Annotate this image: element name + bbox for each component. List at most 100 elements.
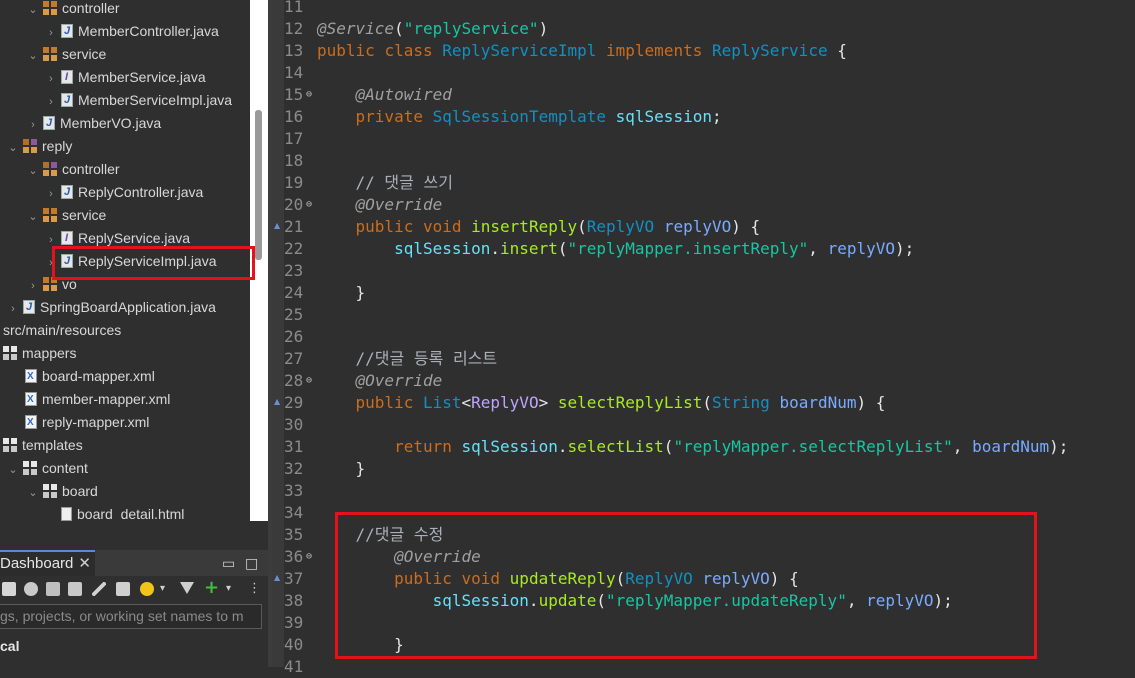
chevron-right-icon[interactable]: › xyxy=(26,114,40,137)
line-number: 36 ⊖ xyxy=(284,546,313,568)
tree-item-reply-mapper[interactable]: reply-mapper.xml xyxy=(22,411,149,434)
code-line: @Autowired xyxy=(355,85,452,104)
chevron-right-icon[interactable]: › xyxy=(44,229,58,252)
fold-icon[interactable]: ⊖ xyxy=(306,84,312,106)
chevron-right-icon[interactable]: › xyxy=(44,22,58,45)
line-number: 14 xyxy=(284,63,304,82)
tree-item-board[interactable]: ⌄ board xyxy=(26,480,97,505)
tree-item-reply-service[interactable]: ⌄ service xyxy=(26,204,106,227)
chevron-down-icon[interactable]: ⌄ xyxy=(26,45,40,68)
line-number: 16 xyxy=(284,107,304,126)
tree-item-membervo[interactable]: ›MemberVO.java xyxy=(26,112,161,135)
console-icon[interactable] xyxy=(46,582,60,596)
dashboard-tabbar: Dashboard ✕ ▭ □ xyxy=(0,550,268,576)
dropdown-icon[interactable]: ▾ xyxy=(160,582,168,596)
more-icon[interactable]: ⋮ xyxy=(248,582,261,596)
chevron-down-icon[interactable]: ⌄ xyxy=(26,206,40,229)
code-line: } xyxy=(394,635,404,654)
tree-item-templates[interactable]: templates xyxy=(3,434,83,457)
chevron-right-icon[interactable]: › xyxy=(6,298,20,321)
package-icon xyxy=(43,47,57,61)
package-icon xyxy=(43,277,57,291)
chevron-down-icon[interactable]: ⌄ xyxy=(26,482,40,505)
xml-file-icon xyxy=(25,365,37,388)
tree-item-membercontroller[interactable]: ›MemberController.java xyxy=(44,20,219,43)
tree-item-board-mapper[interactable]: board-mapper.xml xyxy=(22,365,155,388)
tree-item-memberservice[interactable]: ›MemberService.java xyxy=(44,66,205,91)
line-number: 39 xyxy=(284,613,304,632)
tree-item-mappers[interactable]: mappers xyxy=(3,342,76,365)
close-icon[interactable]: ✕ xyxy=(78,555,91,572)
code-line: @Service("replyService") xyxy=(317,19,549,38)
line-number: 32 xyxy=(284,459,304,478)
package-icon xyxy=(23,139,37,153)
override-marker-icon[interactable]: ▲ xyxy=(274,222,282,230)
code-line: public class ReplyServiceImpl implements… xyxy=(317,41,847,60)
line-number: 24 xyxy=(284,283,304,302)
chevron-down-icon[interactable]: ⌄ xyxy=(26,160,40,183)
pencil-icon[interactable] xyxy=(92,582,106,596)
chevron-right-icon[interactable]: › xyxy=(44,252,58,275)
tree-item-reply[interactable]: ⌄ reply xyxy=(6,135,72,158)
tree-item-springboardapplication[interactable]: ›SpringBoardApplication.java xyxy=(6,296,216,319)
overview-ruler xyxy=(272,0,284,667)
globe-icon[interactable] xyxy=(24,582,38,596)
filter-icon[interactable] xyxy=(180,582,194,594)
tab-dashboard[interactable]: Dashboard ✕ xyxy=(0,550,95,576)
tree-item-replycontroller[interactable]: ›ReplyController.java xyxy=(44,181,203,204)
line-number: 25 xyxy=(284,305,304,324)
tree-item-src-main-resources[interactable]: src/main/resources xyxy=(3,319,121,342)
stop-icon[interactable] xyxy=(2,582,16,596)
maximize-icon[interactable]: □ xyxy=(245,556,258,572)
chevron-right-icon[interactable]: › xyxy=(26,275,40,298)
tree-item-controller[interactable]: ⌄ controller xyxy=(26,0,119,22)
xml-file-icon xyxy=(25,388,37,411)
dashboard-toolbar: ▾ + ▾ ⋮ xyxy=(0,578,268,600)
tree-item-replyservice[interactable]: ›ReplyService.java xyxy=(44,227,190,250)
tree-item-reply-controller[interactable]: ⌄ controller xyxy=(26,158,119,183)
line-number: 37 xyxy=(284,569,304,588)
tree-item-memberserviceimpl[interactable]: ›MemberServiceImpl.java xyxy=(44,89,232,112)
package-icon xyxy=(43,162,57,176)
chevron-right-icon[interactable]: › xyxy=(44,91,58,114)
override-marker-icon[interactable]: ▲ xyxy=(274,574,282,582)
folder-icon xyxy=(3,438,17,452)
code-editor[interactable]: @Service("replyService") public class Re… xyxy=(317,0,1135,667)
package-explorer: ⌄controller ›MemberController.java ⌄serv… xyxy=(0,0,250,521)
package-icon xyxy=(43,1,57,15)
code-line: @Override xyxy=(355,371,443,390)
line-number: 28 ⊖ xyxy=(284,370,313,392)
chevron-right-icon[interactable]: › xyxy=(44,183,58,206)
chevron-right-icon[interactable]: › xyxy=(44,68,58,91)
explorer-scrollbar[interactable] xyxy=(250,0,270,521)
chevron-down-icon[interactable]: ⌄ xyxy=(6,137,20,160)
dropdown-icon[interactable]: ▾ xyxy=(226,582,234,596)
tree-item-service[interactable]: ⌄ service xyxy=(26,43,106,66)
tree-item-replyserviceimpl[interactable]: ›ReplyServiceImpl.java xyxy=(44,250,216,275)
fold-icon[interactable]: ⊖ xyxy=(306,194,312,216)
chevron-down-icon[interactable]: ⌄ xyxy=(6,459,20,482)
chevron-down-icon[interactable]: ⌄ xyxy=(26,0,40,22)
tree-item-member-mapper[interactable]: member-mapper.xml xyxy=(22,388,170,411)
fold-icon[interactable]: ⊖ xyxy=(306,546,312,568)
filter-input[interactable]: gs, projects, or working set names to m xyxy=(0,604,262,629)
add-icon[interactable]: + xyxy=(204,579,219,597)
override-marker-icon[interactable]: ▲ xyxy=(274,398,282,406)
code-line: //댓글 등록 리스트 xyxy=(355,349,498,368)
tree-item-board-detail[interactable]: board_detail.html xyxy=(44,503,184,521)
tree-item-vo[interactable]: › vo xyxy=(26,273,77,296)
line-number: 11 xyxy=(284,0,304,16)
lightbulb-icon[interactable] xyxy=(140,582,154,596)
folder-icon xyxy=(3,346,17,360)
line-number: 40 xyxy=(284,635,304,654)
line-number: 23 xyxy=(284,261,304,280)
window-icon[interactable] xyxy=(116,582,130,596)
minimize-icon[interactable]: ▭ xyxy=(222,556,235,572)
scrollbar-thumb[interactable] xyxy=(255,110,262,260)
fold-icon[interactable]: ⊖ xyxy=(306,370,312,392)
tree-item-content[interactable]: ⌄ content xyxy=(6,457,88,480)
line-number: 17 xyxy=(284,129,304,148)
swap-icon[interactable] xyxy=(68,582,82,596)
line-number: 38 xyxy=(284,591,304,610)
java-file-icon xyxy=(61,89,73,112)
